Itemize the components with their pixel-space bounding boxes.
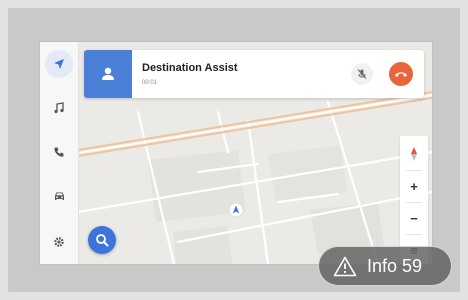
zoom-out-button[interactable]: − [400,204,428,232]
sidebar-item-music[interactable] [45,94,73,122]
active-call-card[interactable]: Destination Assist 00:01 [84,50,424,98]
sidebar-item-settings[interactable] [45,228,73,256]
compass-icon [411,147,417,161]
phone-icon [54,147,64,157]
end-call-icon [395,72,407,77]
sidebar-item-phone[interactable] [45,138,73,166]
search-icon [96,234,109,247]
sidebar-item-navigation[interactable] [45,50,73,78]
current-position-marker [228,202,246,220]
compass-button[interactable] [400,140,428,168]
gear-icon [54,237,64,247]
caller-name: Destination Assist [142,62,238,74]
info-badge-text: Info 59 [367,255,423,276]
person-icon [102,67,114,80]
infotainment-screen: Destination Assist 00:01 + − ≡ [40,42,432,264]
music-note-icon [54,102,64,114]
end-call-button[interactable] [389,62,413,86]
sidebar [40,42,79,264]
navigation-arrow-icon [54,59,64,69]
zoom-in-button[interactable]: + [400,172,428,200]
sidebar-item-vehicle[interactable] [45,182,73,210]
car-icon [54,192,64,200]
info-badge: Info 59 [318,246,452,286]
caller-avatar [84,50,132,98]
map-controls: + − ≡ [400,136,428,264]
mute-mic-icon [357,69,367,79]
position-arrow-icon [228,202,244,218]
search-button[interactable] [88,226,116,254]
call-timer: 00:01 [142,80,158,86]
mute-button[interactable] [351,63,373,85]
warning-triangle-icon [333,256,357,276]
